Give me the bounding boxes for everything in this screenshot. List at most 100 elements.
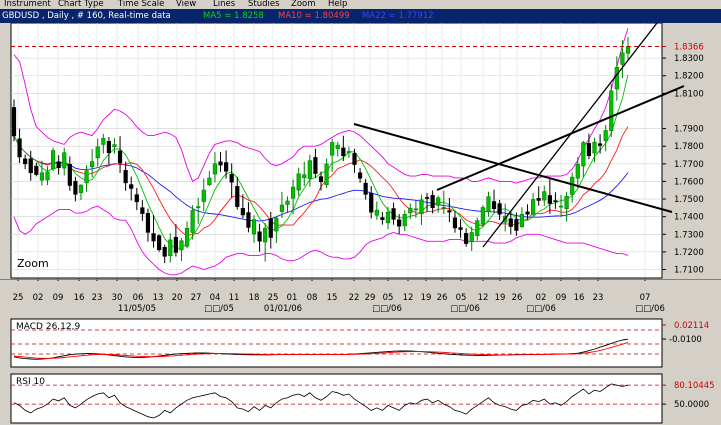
candle-down xyxy=(397,219,402,227)
candle-up xyxy=(475,220,480,236)
candle-down xyxy=(173,236,178,253)
candle-up xyxy=(625,46,631,54)
candle-down xyxy=(586,143,592,157)
candle-down xyxy=(497,203,502,215)
candle-up xyxy=(402,214,407,227)
macd-panel xyxy=(10,318,663,368)
candle-up xyxy=(486,196,491,213)
candle-down xyxy=(553,200,558,202)
candle-down xyxy=(129,184,134,189)
time-tick-label: 15 xyxy=(327,293,338,303)
candle-up xyxy=(101,138,106,145)
rsi-title: RSI 10 xyxy=(16,377,45,387)
zoom-label: Zoom xyxy=(17,257,49,270)
candle-down xyxy=(357,172,363,179)
candle-up xyxy=(592,141,597,154)
menu-item-time-scale[interactable]: Time Scale xyxy=(118,0,164,9)
candle-down xyxy=(235,186,240,207)
candle-down xyxy=(547,195,552,204)
month-label: 11/05/05 xyxy=(118,304,156,314)
candle-down xyxy=(246,212,251,228)
candle-up xyxy=(190,210,195,233)
price-tick-label: 1.7400 xyxy=(674,213,704,223)
candle-up xyxy=(346,151,352,153)
month-label: □□/06 xyxy=(526,304,556,314)
candle-down xyxy=(34,165,39,175)
candle-up xyxy=(263,227,268,243)
price-tick-label: 1.8200 xyxy=(674,72,704,82)
month-label: □□/05 xyxy=(204,304,234,314)
candle-up xyxy=(519,213,525,228)
candle-down xyxy=(391,208,396,220)
candle-up xyxy=(274,217,279,232)
candle-up xyxy=(542,191,547,201)
time-tick-label: 11 xyxy=(229,293,240,303)
menu-item-chart-type[interactable]: Chart Type xyxy=(58,0,104,9)
candle-down xyxy=(430,195,435,208)
candle-down xyxy=(452,217,458,229)
menu-item-instrument[interactable]: Instrument xyxy=(4,0,51,9)
time-tick-label: 20 xyxy=(172,293,183,303)
menu-item-help[interactable]: Help xyxy=(328,0,347,9)
menu-item-lines[interactable]: Lines xyxy=(213,0,235,9)
candle-down xyxy=(229,174,234,183)
candle-up xyxy=(408,207,413,214)
month-label: □□/06 xyxy=(372,304,402,314)
candle-down xyxy=(123,170,128,184)
ma22-readout: MA22 = 1.77912 xyxy=(362,11,434,21)
time-tick-label: 30 xyxy=(112,293,123,303)
macd-value-label: 0.02114 xyxy=(674,321,709,331)
candle-down xyxy=(23,158,28,165)
candle-up xyxy=(441,207,446,209)
candle-up xyxy=(413,208,418,211)
candle-up xyxy=(385,211,391,224)
chart-area[interactable]: 1.7100 1.7200 1.7300 1.7400 1.7500 1.7600 1.77… xyxy=(0,23,721,425)
candle-up xyxy=(50,150,56,170)
candle-up xyxy=(84,170,89,184)
ma5-readout: MA5 = 1.8258 xyxy=(203,11,264,21)
candle-down xyxy=(106,140,111,154)
candle-up xyxy=(296,173,301,191)
candle-down xyxy=(268,218,273,238)
ma10-readout: MA10 = 1.80499 xyxy=(278,11,350,21)
candle-up xyxy=(330,142,335,156)
menu-item-studies[interactable]: Studies xyxy=(248,0,280,9)
candle-up xyxy=(531,199,536,215)
time-tick-label: 02 xyxy=(33,293,44,303)
candle-down xyxy=(313,157,318,174)
menu-item-view[interactable]: View xyxy=(176,0,196,9)
macd-title: MACD 26,12,9 xyxy=(16,322,80,332)
candle-up xyxy=(558,205,564,208)
candle-down xyxy=(151,233,156,242)
candle-up xyxy=(307,160,312,179)
candle-up xyxy=(581,142,586,167)
candle-down xyxy=(145,213,151,233)
time-tick-label: 19 xyxy=(421,293,432,303)
candle-up xyxy=(575,163,580,179)
candle-up xyxy=(251,219,257,235)
candle-up xyxy=(207,177,212,186)
candle-down xyxy=(157,235,162,251)
candle-up xyxy=(62,152,67,169)
time-tick-label: 19 xyxy=(495,293,506,303)
candle-down xyxy=(218,161,223,166)
candle-up xyxy=(374,209,379,216)
time-tick-label: 09 xyxy=(53,293,64,303)
candle-down xyxy=(73,180,78,195)
time-tick-label: 25 xyxy=(268,293,279,303)
month-label: 01/01/06 xyxy=(264,304,302,314)
candle-down xyxy=(363,182,368,195)
candle-up xyxy=(290,186,296,199)
candle-up xyxy=(620,52,625,65)
time-tick-label: 18 xyxy=(249,293,260,303)
candle-down xyxy=(67,164,72,186)
panel-separator xyxy=(0,279,721,280)
rsi-tick-label: 50.0000 xyxy=(674,400,709,410)
candle-up xyxy=(419,199,424,215)
time-tick-label: 22 xyxy=(349,293,360,303)
time-tick-label: 25 xyxy=(13,293,24,303)
time-tick-label: 26 xyxy=(437,293,448,303)
menu-item-zoom[interactable]: Zoom xyxy=(291,0,316,9)
month-label: □□/06 xyxy=(450,304,480,314)
candle-up xyxy=(39,172,45,181)
